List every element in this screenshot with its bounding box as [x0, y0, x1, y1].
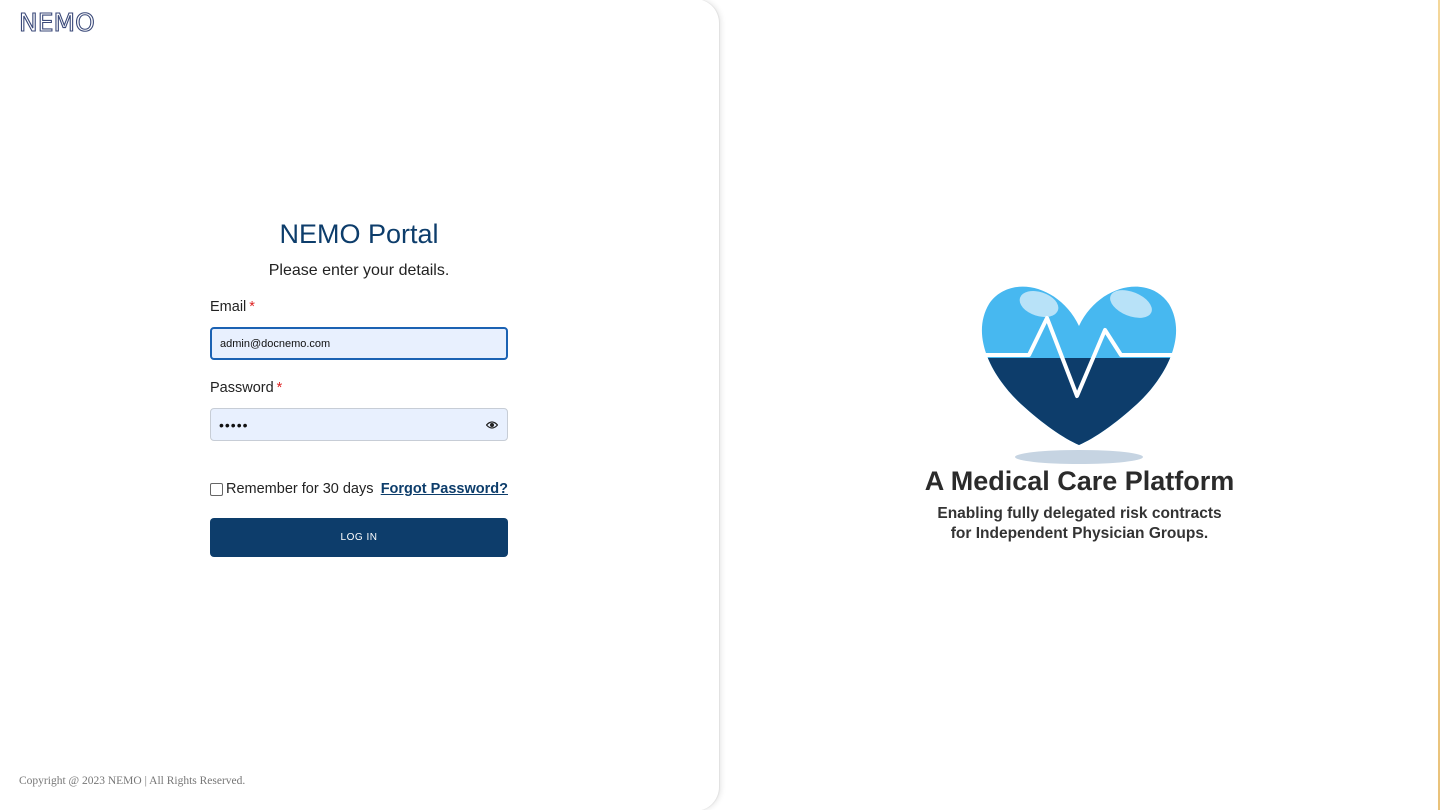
- password-field-wrapper: [210, 408, 508, 441]
- email-label-row: Email *: [210, 298, 508, 316]
- required-asterisk: *: [276, 380, 283, 396]
- password-label: Password: [210, 380, 274, 396]
- email-input[interactable]: [212, 329, 506, 358]
- hero-headline: A Medical Care Platform: [924, 466, 1235, 496]
- heart-pulse-icon: [981, 286, 1177, 464]
- remember-label[interactable]: Remember for 30 days: [226, 481, 373, 497]
- password-input[interactable]: [211, 409, 507, 440]
- password-label-row: Password *: [210, 379, 508, 397]
- login-page: NEMO NEMO Portal Please enter your detai…: [0, 0, 1440, 810]
- nemo-logo[interactable]: NEMO: [18, 9, 95, 35]
- required-asterisk: *: [249, 299, 255, 315]
- hero-subline-1: Enabling fully delegated risk contracts: [937, 505, 1222, 522]
- copyright-footer: Copyright @ 2023 NEMO | All Rights Reser…: [19, 775, 246, 787]
- forgot-password-link[interactable]: Forgot Password?: [381, 481, 508, 497]
- hero-subline-2: for Independent Physician Groups.: [950, 525, 1209, 542]
- remember-row: Remember for 30 days Forgot Password?: [210, 479, 508, 499]
- remember-checkbox[interactable]: [210, 482, 223, 496]
- email-label: Email: [210, 299, 247, 315]
- eye-icon[interactable]: [486, 420, 498, 430]
- email-field-wrapper: [210, 327, 508, 360]
- login-panel: NEMO NEMO Portal Please enter your detai…: [0, 0, 719, 810]
- hero-panel: A Medical Care Platform Enabling fully d…: [719, 0, 1440, 810]
- page-subtitle: Please enter your details.: [268, 262, 450, 279]
- page-title: NEMO Portal: [279, 219, 439, 249]
- login-button[interactable]: LOG IN: [210, 518, 508, 557]
- login-form: NEMO Portal Please enter your details. E…: [210, 217, 508, 557]
